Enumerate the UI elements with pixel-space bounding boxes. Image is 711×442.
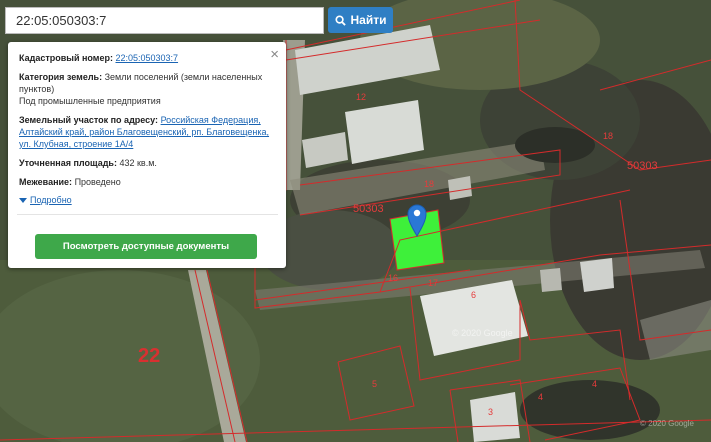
parcel-label-4b: 4 xyxy=(592,379,597,389)
parcel-label-4a: 4 xyxy=(538,392,543,402)
view-documents-button[interactable]: Посмотреть доступные документы xyxy=(35,234,257,259)
parcel-label-18b: 18 xyxy=(424,179,434,189)
search-input[interactable] xyxy=(6,8,323,33)
google-watermark-2: © 2020 Google xyxy=(640,419,694,428)
land-category-note: Под промышленные предприятия xyxy=(19,96,161,106)
view-documents-label: Посмотреть доступные документы xyxy=(62,240,230,252)
survey-row: Межевание: Проведено xyxy=(19,176,274,188)
search-icon xyxy=(334,14,346,26)
popup-divider xyxy=(17,214,278,215)
cadastral-number-label: Кадастровый номер: xyxy=(19,53,113,63)
district-label-22: 22 xyxy=(138,345,160,367)
google-watermark-1: © 2020 Google xyxy=(452,328,513,338)
details-link[interactable]: Подробно xyxy=(30,194,72,206)
cadastral-number-link[interactable]: 22:05:050303:7 xyxy=(115,53,178,63)
address-label: Земельный участок по адресу: xyxy=(19,115,159,125)
area-row: Уточненная площадь: 432 кв.м. xyxy=(19,157,274,169)
block-label-50303-b: 50303 xyxy=(627,160,658,172)
parcel-label-18a: 18 xyxy=(603,131,613,141)
parcel-label-12: 12 xyxy=(356,92,366,102)
land-category-row: Категория земель: Земли поселений (земли… xyxy=(19,71,274,107)
triangle-down-icon xyxy=(19,197,27,203)
parcel-label-6: 6 xyxy=(471,290,476,300)
cadastral-number-row: Кадастровый номер: 22:05:050303:7 xyxy=(19,52,274,64)
close-icon[interactable]: × xyxy=(270,47,279,62)
parcel-label-16: 16 xyxy=(388,273,398,283)
search-box[interactable] xyxy=(5,7,324,34)
block-label-50303-a: 50303 xyxy=(353,203,384,215)
parcel-info-popup: × Кадастровый номер: 22:05:050303:7 Кате… xyxy=(8,42,286,268)
find-button[interactable]: Найти xyxy=(328,7,393,33)
parcel-label-3: 3 xyxy=(488,407,493,417)
find-button-label: Найти xyxy=(350,13,387,27)
details-toggle[interactable]: Подробно xyxy=(19,194,274,206)
parcel-label-17: 17 xyxy=(428,278,438,288)
address-row: Земельный участок по адресу: Российская … xyxy=(19,114,274,150)
parcel-label-5: 5 xyxy=(372,379,377,389)
survey-value: Проведено xyxy=(74,177,121,187)
area-label: Уточненная площадь: xyxy=(19,158,117,168)
survey-label: Межевание: xyxy=(19,177,73,187)
area-value: 432 кв.м. xyxy=(119,158,157,168)
land-category-label: Категория земель: xyxy=(19,72,103,82)
